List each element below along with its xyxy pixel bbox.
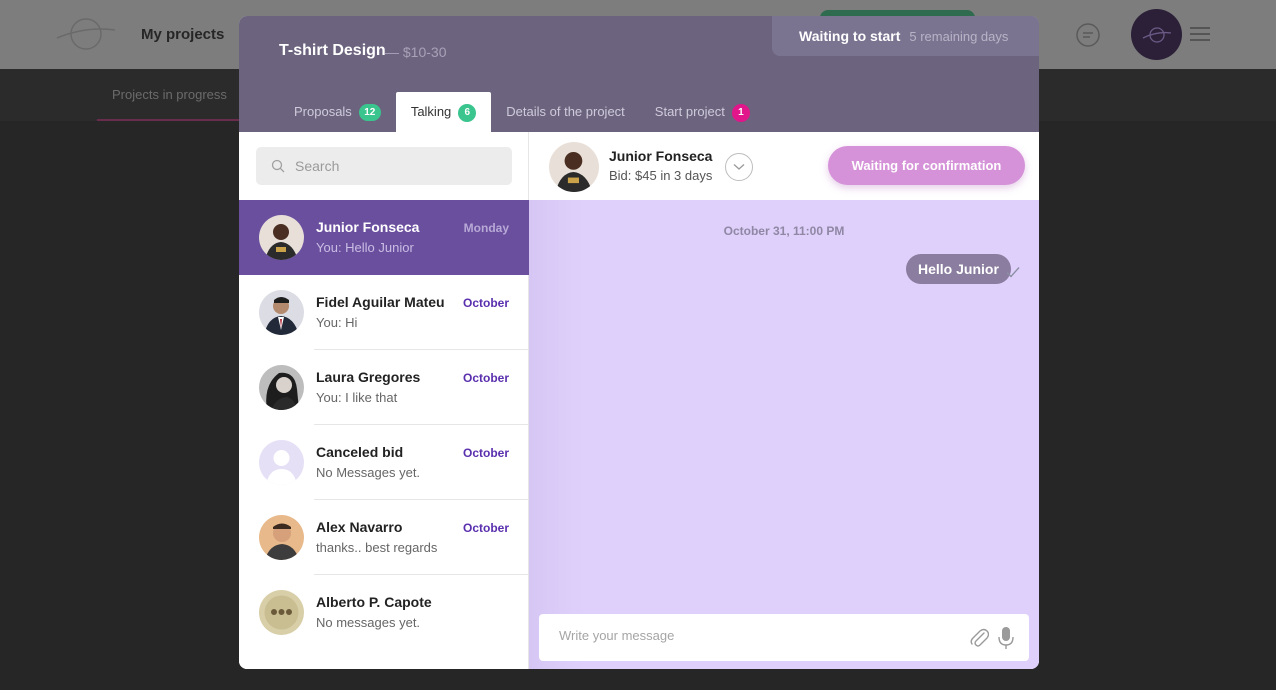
conversation-preview: No messages yet.	[316, 615, 421, 630]
conversation-item[interactable]: Canceled bid No Messages yet. October	[239, 425, 529, 500]
microphone-icon[interactable]	[997, 626, 1015, 650]
message-input[interactable]	[559, 628, 949, 643]
tab-talking[interactable]: Talking 6	[395, 92, 492, 132]
background-subtab: Projects in progress	[97, 69, 242, 121]
conversation-preview: thanks.. best regards	[316, 540, 438, 555]
conversation-date: October	[462, 371, 509, 385]
status-label: Waiting to start	[799, 28, 901, 44]
avatar	[259, 515, 304, 560]
chat-header: Junior Fonseca Bid: $45 in 3 days Waitin…	[529, 132, 1039, 200]
conversation-panel: Junior Fonseca You: Hello Junior Monday …	[239, 132, 529, 669]
tab-start-project-label: Start project	[654, 104, 725, 119]
paperclip-icon[interactable]	[969, 627, 989, 649]
avatar	[259, 215, 304, 260]
message-composer	[539, 614, 1029, 661]
tab-proposals[interactable]: Proposals 12	[279, 92, 396, 132]
status-box: Waiting to start 5 remaining days	[772, 16, 1039, 56]
conversation-name: Alberto P. Capote	[316, 594, 432, 610]
conversation-date: October	[462, 521, 509, 535]
chat-messages: October 31, 11:00 PM Hello Junior	[529, 200, 1039, 669]
avatar	[259, 290, 304, 335]
modal-tabs: Proposals 12 Talking 6 Details of the proj…	[279, 92, 765, 132]
conversation-item[interactable]: Alberto P. Capote No messages yet.	[239, 575, 529, 650]
project-title: T-shirt Design	[279, 42, 386, 59]
tab-start-project-badge: 1	[731, 104, 750, 122]
background-page-title: My projects	[141, 26, 225, 43]
conversation-item[interactable]: Laura Gregores You: I like that October	[239, 350, 529, 425]
tab-details[interactable]: Details of the project	[491, 92, 640, 132]
conversation-preview: No Messages yet.	[316, 465, 421, 480]
search-input[interactable]	[295, 158, 495, 174]
conversation-list: Junior Fonseca You: Hello Junior Monday …	[239, 200, 529, 650]
chat-contact-name: Junior Fonseca	[609, 148, 713, 164]
message-date: October 31, 11:00 PM	[723, 224, 845, 238]
tab-talking-badge: 6	[458, 104, 477, 122]
conversation-preview: You: Hello Junior	[316, 240, 414, 255]
avatar	[259, 590, 304, 635]
tab-start-project[interactable]: Start project 1	[640, 92, 765, 132]
chat-bid: Bid: $45 in 3 days	[609, 168, 713, 183]
conversation-date: October	[462, 296, 509, 310]
project-price: — $10-30	[385, 44, 447, 60]
avatar-placeholder	[259, 440, 304, 485]
logo-icon	[56, 18, 116, 50]
waiting-confirmation-button[interactable]: Waiting for confirmation	[828, 146, 1025, 185]
conversation-item[interactable]: Alex Navarro thanks.. best regards Octob…	[239, 500, 529, 575]
avatar	[259, 365, 304, 410]
conversation-name: Junior Fonseca	[316, 219, 420, 235]
check-icon	[1006, 267, 1020, 278]
conversation-name: Canceled bid	[316, 444, 404, 460]
conversation-preview: You: I like that	[316, 390, 398, 405]
conversation-date: October	[462, 446, 509, 460]
search-icon	[271, 159, 285, 173]
message-bubble: Hello Junior	[906, 254, 1011, 284]
conversation-preview: You: Hi	[316, 315, 358, 330]
user-avatar	[1131, 9, 1182, 60]
conversation-name: Laura Gregores	[316, 369, 421, 385]
conversation-name: Alex Navarro	[316, 519, 403, 535]
avatar	[549, 142, 599, 192]
status-remaining: 5 remaining days	[909, 29, 1009, 44]
conversation-item[interactable]: Junior Fonseca You: Hello Junior Monday	[239, 200, 529, 275]
chat-bubble-icon	[1076, 23, 1100, 47]
expand-toggle[interactable]	[725, 153, 753, 181]
tab-proposals-badge: 12	[358, 104, 381, 121]
modal-header: T-shirt Design — $10-30 Waiting to start…	[239, 16, 1039, 132]
chevron-down-icon	[733, 164, 745, 170]
project-modal: T-shirt Design — $10-30 Waiting to start…	[239, 16, 1039, 669]
conversation-name: Fidel Aguilar Mateu	[316, 294, 445, 310]
search-box	[256, 147, 512, 185]
tab-details-label: Details of the project	[506, 104, 625, 119]
conversation-item[interactable]: Fidel Aguilar Mateu You: Hi October	[239, 275, 529, 350]
conversation-date: Monday	[463, 221, 509, 235]
tab-talking-label: Talking	[410, 104, 452, 119]
logo-small-icon	[1142, 26, 1171, 43]
menu-icon	[1190, 27, 1210, 41]
chat-shadow	[529, 200, 584, 669]
tab-proposals-label: Proposals	[294, 104, 352, 119]
